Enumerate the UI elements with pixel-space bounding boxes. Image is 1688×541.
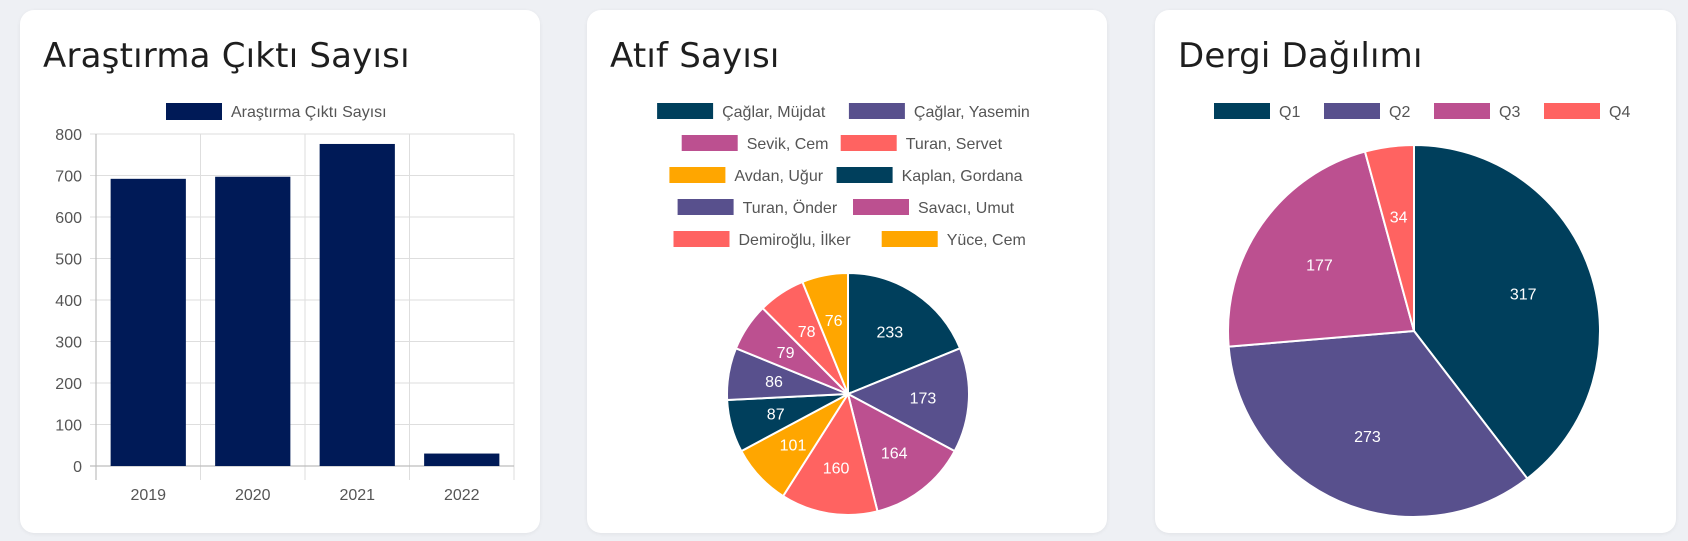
- slice-label: 233: [876, 324, 903, 341]
- legend-label: Q4: [1609, 104, 1630, 121]
- slice-label: 76: [825, 313, 843, 330]
- y-tick-label: 800: [55, 127, 82, 144]
- legend-label: Savacı, Umut: [918, 200, 1015, 217]
- bar-chart: Araştırma Çıktı Sayısı 0 100 200 300 400 500 60…: [55, 103, 515, 504]
- legend-swatch: [836, 167, 893, 183]
- legend-swatch: [853, 199, 909, 215]
- citation-card: Atıf Sayısı Çağlar, Müjdat Çağlar, Yasemi…: [587, 10, 1107, 533]
- slice-label: 86: [765, 374, 783, 391]
- bar: [215, 176, 291, 466]
- legend-swatch: [1214, 103, 1270, 119]
- x-tick-label: 2019: [130, 487, 166, 504]
- journal-pie-chart: Q1 Q2 Q3 Q4 317 273 177 34: [1214, 103, 1630, 518]
- legend-label: Turan, Önder: [743, 199, 838, 217]
- legend-label: Yüce, Cem: [947, 232, 1026, 249]
- legend-swatch: [848, 103, 905, 119]
- legend-label: Demiroğlu, İlker: [739, 230, 852, 249]
- bar: [319, 143, 395, 466]
- legend-swatch: [1544, 103, 1600, 119]
- y-tick-label: 300: [55, 335, 82, 352]
- legend-label: Araştırma Çıktı Sayısı: [231, 104, 387, 121]
- research-output-card: Araştırma Çıktı Sayısı Araştırma Çıktı S…: [20, 10, 540, 533]
- y-tick-label: 400: [55, 293, 82, 310]
- slice-label: 78: [798, 324, 816, 341]
- y-tick-label: 700: [55, 169, 82, 186]
- legend-label: Avdan, Uğur: [734, 168, 823, 185]
- y-tick-label: 100: [55, 418, 82, 435]
- legend-swatch: [681, 135, 738, 151]
- journal-distribution-card: Dergi Dağılımı Q1 Q2 Q3 Q4 317 273 177 34: [1155, 10, 1676, 533]
- legend-swatch: [657, 103, 714, 119]
- bar: [424, 453, 500, 466]
- slice-label: 79: [777, 345, 795, 362]
- legend-label: Turan, Servet: [906, 136, 1003, 153]
- legend-swatch: [1324, 103, 1380, 119]
- x-tick-label: 2020: [235, 487, 271, 504]
- citation-pie-chart: Çağlar, Müjdat Çağlar, Yasemin Sevik, Cem T…: [657, 103, 1030, 516]
- legend-label: Sevik, Cem: [747, 136, 829, 153]
- slice-label: 177: [1306, 258, 1333, 275]
- slice-label: 164: [881, 446, 908, 463]
- legend-label: Q1: [1279, 104, 1300, 121]
- legend-swatch: [840, 135, 897, 151]
- legend-label: Q2: [1389, 104, 1410, 121]
- legend-label: Q3: [1499, 104, 1520, 121]
- legend-label: Kaplan, Gordana: [902, 168, 1023, 185]
- legend-label: Çağlar, Yasemin: [914, 104, 1030, 121]
- slice-label: 173: [910, 391, 937, 408]
- slice-label: 87: [767, 407, 785, 424]
- legend-swatch: [166, 103, 222, 120]
- slice-label: 317: [1510, 287, 1537, 304]
- legend-swatch: [669, 167, 726, 183]
- y-tick-label: 500: [55, 252, 82, 269]
- legend-label: Çağlar, Müjdat: [722, 104, 826, 121]
- slice-label: 101: [780, 438, 807, 455]
- slice-label: 34: [1390, 209, 1408, 226]
- y-tick-label: 0: [73, 459, 82, 476]
- legend-swatch: [881, 231, 938, 247]
- y-tick-label: 200: [55, 376, 82, 393]
- slice-label: 160: [823, 461, 850, 478]
- legend-swatch: [673, 231, 730, 247]
- legend-swatch: [677, 199, 734, 215]
- x-tick-label: 2021: [339, 487, 375, 504]
- bar: [110, 178, 186, 466]
- y-tick-label: 600: [55, 210, 82, 227]
- legend-swatch: [1434, 103, 1490, 119]
- slice-label: 273: [1354, 429, 1381, 446]
- x-tick-label: 2022: [444, 487, 480, 504]
